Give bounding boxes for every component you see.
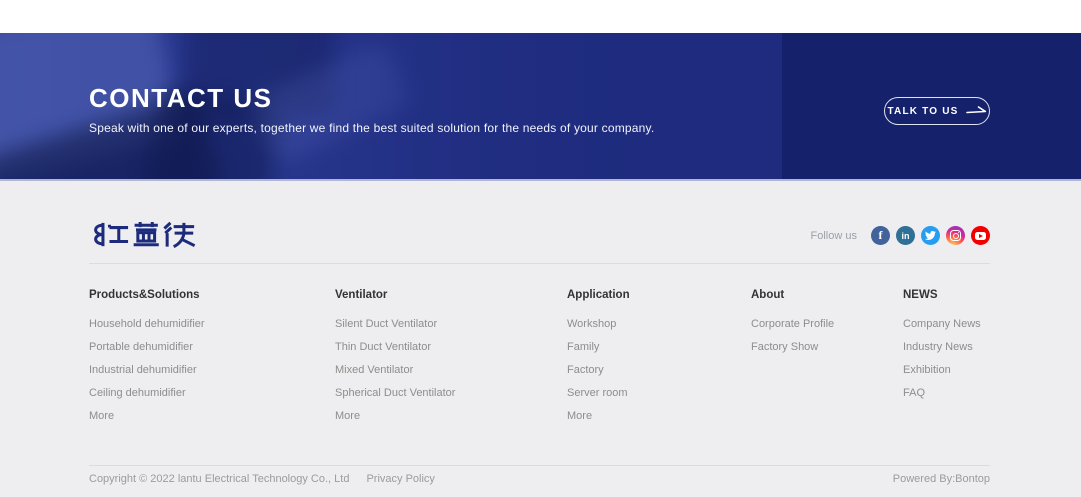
list-item: Thin Duct Ventilator <box>335 334 455 357</box>
talk-to-us-label: TALK TO US <box>887 106 958 117</box>
list-item: Industrial dehumidifier <box>89 357 205 380</box>
list-item: Exhibition <box>903 357 981 380</box>
logo-glyphs <box>89 221 196 249</box>
powered-by-link[interactable]: Powered By:Bontop <box>893 473 990 485</box>
list-item: Workshop <box>567 311 630 334</box>
follow-us-label: Follow us <box>811 230 857 242</box>
column-about: About Corporate Profile Factory Show <box>751 288 834 357</box>
divider-top <box>89 263 990 264</box>
footer-link[interactable]: More <box>89 410 114 422</box>
contact-banner: CONTACT US Speak with one of our experts… <box>0 33 1081 181</box>
list-item: FAQ <box>903 380 981 403</box>
list-item: Factory <box>567 357 630 380</box>
footer-link[interactable]: More <box>335 410 360 422</box>
list-item: Industry News <box>903 334 981 357</box>
footer-link[interactable]: Silent Duct Ventilator <box>335 318 437 330</box>
footer-link[interactable]: Family <box>567 341 599 353</box>
footer-link[interactable]: Industry News <box>903 341 973 353</box>
list-item: More <box>89 403 205 426</box>
column-products-solutions: Products&Solutions Household dehumidifie… <box>89 288 205 426</box>
linkedin-icon[interactable]: in <box>896 226 915 245</box>
list-item: More <box>567 403 630 426</box>
footer-link[interactable]: Exhibition <box>903 364 951 376</box>
footer-link[interactable]: Spherical Duct Ventilator <box>335 387 455 399</box>
column-news: NEWS Company News Industry News Exhibiti… <box>903 288 981 403</box>
footer-link[interactable]: Household dehumidifier <box>89 318 205 330</box>
footer-link[interactable]: Factory Show <box>751 341 818 353</box>
instagram-icon[interactable] <box>946 226 965 245</box>
footer-link[interactable]: Workshop <box>567 318 616 330</box>
list-item: More <box>335 403 455 426</box>
company-logo[interactable]: 蓝徒 <box>89 221 196 249</box>
footer-link[interactable]: More <box>567 410 592 422</box>
bottom-bar: Copyright © 2022 lantu Electrical Techno… <box>89 473 990 485</box>
footer-link[interactable]: Mixed Ventilator <box>335 364 413 376</box>
contact-subtitle: Speak with one of our experts, together … <box>89 121 654 135</box>
column-application: Application Workshop Family Factory Serv… <box>567 288 630 426</box>
footer-link[interactable]: Corporate Profile <box>751 318 834 330</box>
list-item: Mixed Ventilator <box>335 357 455 380</box>
list-item: Household dehumidifier <box>89 311 205 334</box>
list-item: Factory Show <box>751 334 834 357</box>
column-title: Products&Solutions <box>89 288 205 302</box>
column-title: About <box>751 288 834 302</box>
list-item: Company News <box>903 311 981 334</box>
privacy-policy-link[interactable]: Privacy Policy <box>366 473 434 485</box>
list-item: Family <box>567 334 630 357</box>
footer-link[interactable]: Factory <box>567 364 604 376</box>
list-item: Corporate Profile <box>751 311 834 334</box>
list-item: Portable dehumidifier <box>89 334 205 357</box>
footer-link[interactable]: Company News <box>903 318 981 330</box>
column-title: Application <box>567 288 630 302</box>
footer-link[interactable]: FAQ <box>903 387 925 399</box>
list-item: Silent Duct Ventilator <box>335 311 455 334</box>
bottom-bar-left: Copyright © 2022 lantu Electrical Techno… <box>89 473 435 485</box>
youtube-icon[interactable] <box>971 226 990 245</box>
list-item: Spherical Duct Ventilator <box>335 380 455 403</box>
divider-bottom <box>89 465 990 466</box>
footer-link[interactable]: Portable dehumidifier <box>89 341 193 353</box>
list-item: Ceiling dehumidifier <box>89 380 205 403</box>
twitter-icon[interactable] <box>921 226 940 245</box>
footer-link[interactable]: Thin Duct Ventilator <box>335 341 431 353</box>
contact-title: CONTACT US <box>89 83 273 114</box>
footer-link[interactable]: Industrial dehumidifier <box>89 364 197 376</box>
facebook-icon[interactable]: f <box>871 226 890 245</box>
list-item: Server room <box>567 380 630 403</box>
footer-link[interactable]: Server room <box>567 387 628 399</box>
footer-link[interactable]: Ceiling dehumidifier <box>89 387 186 399</box>
page-footer-section: CONTACT US Speak with one of our experts… <box>0 0 1081 497</box>
column-title: NEWS <box>903 288 981 302</box>
copyright-text: Copyright © 2022 lantu Electrical Techno… <box>89 473 349 485</box>
top-white-strip <box>0 0 1081 33</box>
column-ventilator: Ventilator Silent Duct Ventilator Thin D… <box>335 288 455 426</box>
talk-to-us-button[interactable]: TALK TO US <box>884 97 990 125</box>
column-title: Ventilator <box>335 288 455 302</box>
social-row: Follow us f in <box>811 226 990 245</box>
arrow-right-icon <box>966 106 987 116</box>
